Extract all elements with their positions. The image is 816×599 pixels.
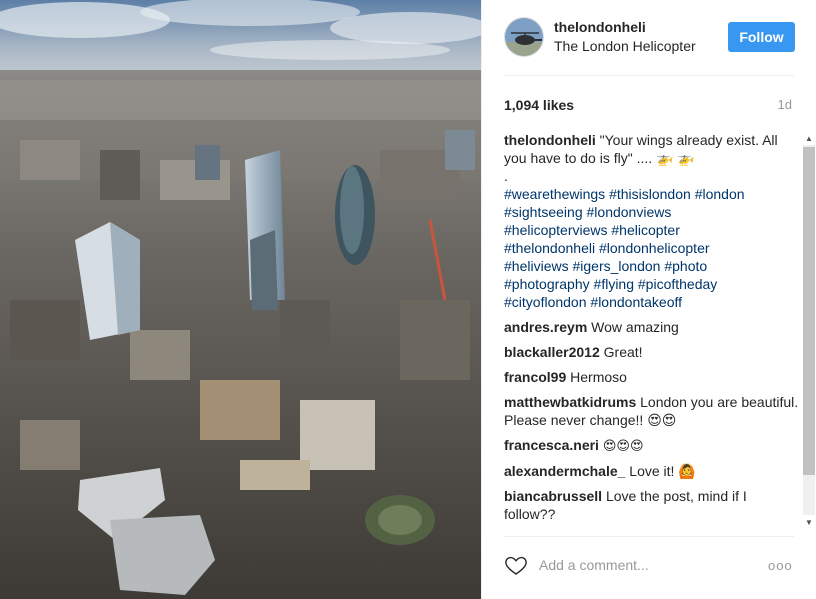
scroll-down-arrow-icon[interactable]: ▼ <box>802 515 816 529</box>
comment-author[interactable]: matthewbatkidrums <box>504 394 636 410</box>
comment-author[interactable]: francesca.neri <box>504 437 599 453</box>
follow-button[interactable]: Follow <box>728 22 795 52</box>
hashtag-link[interactable]: #photo <box>664 258 707 274</box>
comment-item: matthewbatkidrums London you are beautif… <box>504 393 799 429</box>
header-divider <box>504 75 794 76</box>
hashtag-link[interactable]: #thisislondon <box>609 186 691 202</box>
comment-author[interactable]: blackaller2012 <box>504 344 600 360</box>
add-comment-input[interactable] <box>539 555 749 575</box>
helicopter-avatar-image <box>505 18 543 56</box>
footer-divider <box>504 536 794 537</box>
comment-item: andres.reym Wow amazing <box>504 318 799 336</box>
post-photo[interactable] <box>0 0 481 599</box>
hashtag-link[interactable]: #londonhelicopter <box>599 240 710 256</box>
hashtag-link[interactable]: #thelondonheli <box>504 240 595 256</box>
comment-item: francol99 Hermoso <box>504 368 799 386</box>
hashtag-link[interactable]: #helicopter <box>611 222 680 238</box>
heart-outline-icon[interactable] <box>504 553 528 577</box>
caption-author[interactable]: thelondonheli <box>504 132 596 148</box>
post-timestamp[interactable]: 1d <box>778 97 792 112</box>
comment-item: biancabrussell Love the post, mind if I … <box>504 487 799 523</box>
post-username[interactable]: thelondonheli <box>554 19 646 35</box>
hashtag-link[interactable]: #igers_london <box>572 258 660 274</box>
comment-text: Hermoso <box>570 369 627 385</box>
hashtag-link[interactable]: #wearethewings <box>504 186 605 202</box>
scroll-thumb[interactable] <box>803 147 815 475</box>
post-header: thelondonheli The London Helicopter Foll… <box>504 17 795 59</box>
hashtag-link[interactable]: #london <box>695 186 745 202</box>
hashtag-link[interactable]: #heliviews <box>504 258 569 274</box>
comment-author[interactable]: francol99 <box>504 369 566 385</box>
hashtag-link[interactable]: #flying <box>594 276 634 292</box>
like-count[interactable]: 1,094 likes <box>504 97 574 113</box>
caption: thelondonheli "Your wings already exist.… <box>504 131 799 311</box>
hashtag-link[interactable]: #picoftheday <box>638 276 717 292</box>
comment-author[interactable]: andres.reym <box>504 319 587 335</box>
comment-item: alexandermchale_ Love it! 🙆 <box>504 462 799 480</box>
post-details-panel: thelondonheli The London Helicopter Foll… <box>481 0 816 599</box>
comments-scrollbar[interactable]: ▲ ▼ <box>802 131 816 529</box>
hashtag-link[interactable]: #londontakeoff <box>590 294 682 310</box>
comment-text: Wow amazing <box>591 319 679 335</box>
post-full-name: The London Helicopter <box>554 38 696 54</box>
hashtag-link[interactable]: #photography <box>504 276 590 292</box>
comments-list: thelondonheli "Your wings already exist.… <box>504 131 799 529</box>
comment-author[interactable]: biancabrussell <box>504 488 602 504</box>
comment-text: Love it! 🙆 <box>629 463 696 479</box>
scroll-up-arrow-icon[interactable]: ▲ <box>802 131 816 145</box>
hashtag-link[interactable]: #londonviews <box>587 204 672 220</box>
comment-text: 😍😍😍 <box>602 438 644 453</box>
more-options-icon[interactable]: ooo <box>768 558 793 573</box>
comment-item: blackaller2012 Great! <box>504 343 799 361</box>
comment-author[interactable]: alexandermchale_ <box>504 463 625 479</box>
caption-hashtags: #wearethewings #thisislondon #london #si… <box>504 186 745 310</box>
hashtag-link[interactable]: #sightseeing <box>504 204 583 220</box>
comment-text: Great! <box>603 344 643 360</box>
comment-item: francesca.neri 😍😍😍 <box>504 436 799 455</box>
hashtag-link[interactable]: #cityoflondon <box>504 294 587 310</box>
avatar[interactable] <box>504 17 544 57</box>
hashtag-link[interactable]: #helicopterviews <box>504 222 608 238</box>
city-aerial-image <box>0 0 481 599</box>
caption-dot: . <box>504 168 508 184</box>
